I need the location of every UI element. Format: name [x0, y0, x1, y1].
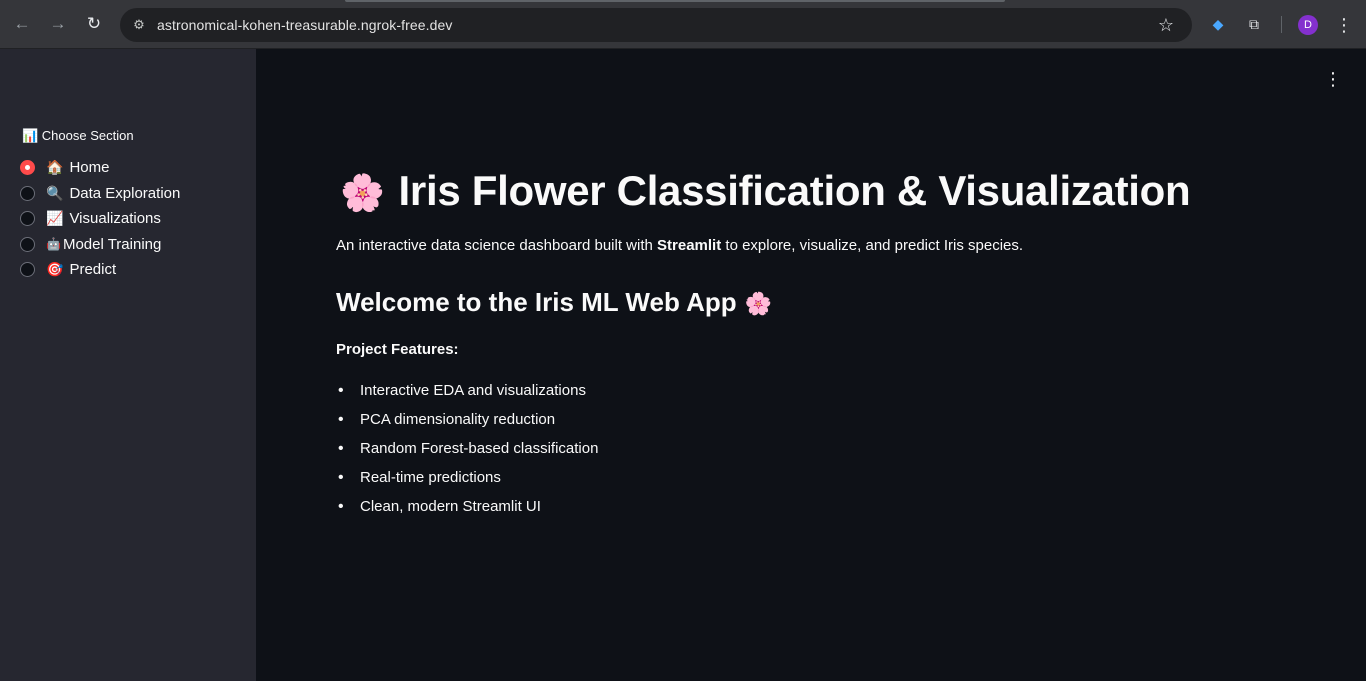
features-label: Project Features:: [336, 341, 459, 358]
main-content: ⋮ 🌸 Iris Flower Classification & Visualiz…: [256, 49, 1366, 681]
radio-button[interactable]: [20, 236, 35, 252]
radio-label: Data Exploration: [69, 184, 181, 202]
radio-label: Model Training: [62, 235, 162, 253]
back-button[interactable]: ←: [10, 12, 34, 36]
intro-text-bold: Streamlit: [657, 237, 722, 254]
radio-label: Home: [69, 158, 110, 176]
radio-button[interactable]: [20, 210, 35, 226]
welcome-heading-text: Welcome to the Iris ML Web App: [336, 287, 737, 317]
radio-label: Visualizations: [69, 209, 161, 227]
reload-button[interactable]: ↻: [82, 12, 106, 36]
tab-strip-edge: [345, 0, 1005, 2]
radio-option-visualizations[interactable]: 📈 Visualizations: [20, 207, 161, 229]
radio-label: Predict: [69, 260, 117, 278]
intro-text-after: to explore, visualize, and predict Iris …: [721, 237, 1024, 254]
features-list: Interactive EDA and visualizations PCA d…: [336, 381, 598, 526]
radio-option-model-training[interactable]: 🤖 Model Training: [20, 233, 161, 255]
sidebar: 📊 Choose Section 🏠 Home 🔍 Data Explorati…: [0, 49, 256, 681]
blossom-icon: 🌸: [340, 172, 385, 213]
radio-button-checked[interactable]: [20, 159, 35, 175]
list-item: Real-time predictions: [336, 468, 598, 497]
url-text[interactable]: astronomical-kohen-treasurable.ngrok-fre…: [157, 8, 453, 42]
robot-icon: 🤖: [46, 237, 61, 251]
forward-button[interactable]: →: [46, 12, 70, 36]
chart-icon: 📈: [46, 209, 64, 226]
arrow-right-icon: →: [49, 14, 67, 33]
address-bar[interactable]: ⚙ astronomical-kohen-treasurable.ngrok-f…: [120, 8, 1192, 42]
extensions-puzzle-icon[interactable]: ⧉: [1243, 13, 1265, 35]
intro-text: An interactive data science dashboard bu…: [336, 237, 1023, 254]
welcome-heading: Welcome to the Iris ML Web App 🌸: [336, 287, 772, 318]
list-item: Interactive EDA and visualizations: [336, 381, 598, 410]
page-title: 🌸 Iris Flower Classification & Visualizat…: [340, 167, 1191, 215]
list-item: PCA dimensionality reduction: [336, 410, 598, 439]
app-menu-icon[interactable]: ⋮: [1324, 68, 1342, 90]
list-item: Random Forest-based classification: [336, 439, 598, 468]
profile-avatar[interactable]: D: [1298, 15, 1318, 35]
site-info-icon[interactable]: ⚙: [129, 15, 149, 35]
radio-button[interactable]: [20, 185, 35, 201]
magnifier-icon: 🔍: [46, 184, 64, 201]
radio-option-data-exploration[interactable]: 🔍 Data Exploration: [20, 182, 180, 204]
page-title-text: Iris Flower Classification & Visualizati…: [398, 167, 1191, 214]
browser-toolbar: ← → ↻ ⚙ astronomical-kohen-treasurable.n…: [0, 0, 1366, 49]
house-icon: 🏠: [46, 158, 64, 175]
gem-extension-icon[interactable]: ◆: [1207, 13, 1229, 35]
browser-menu-icon[interactable]: ⋮: [1334, 13, 1354, 37]
radio-option-home[interactable]: 🏠 Home: [20, 156, 109, 178]
section-label: 📊 Choose Section: [22, 128, 134, 143]
target-icon: 🎯: [46, 260, 64, 277]
bookmark-star-icon[interactable]: ☆: [1154, 13, 1178, 37]
toolbar-divider: [1281, 16, 1282, 33]
intro-text-before: An interactive data science dashboard bu…: [336, 237, 658, 254]
radio-option-predict[interactable]: 🎯 Predict: [20, 258, 116, 280]
blossom-icon: 🌸: [744, 291, 773, 316]
reload-icon: ↻: [86, 14, 102, 33]
list-item: Clean, modern Streamlit UI: [336, 497, 598, 526]
arrow-left-icon: ←: [13, 14, 31, 33]
radio-button[interactable]: [20, 261, 35, 277]
